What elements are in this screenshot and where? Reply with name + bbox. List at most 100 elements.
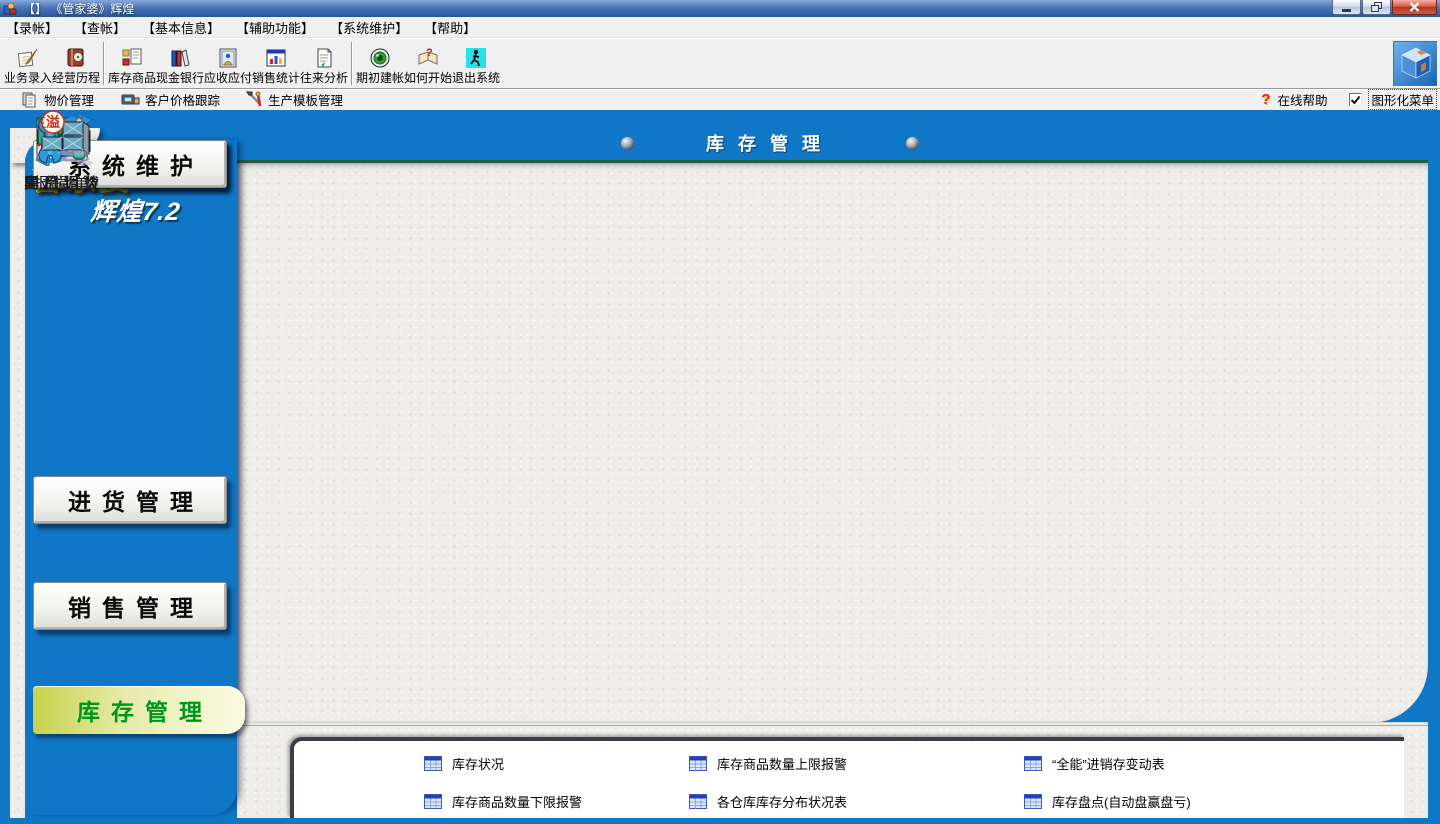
init-account-icon <box>368 44 392 71</box>
how-to-start-icon: ? <box>416 44 440 71</box>
toolbar-business-entry[interactable]: 业务录入 <box>4 39 52 88</box>
toolbar-label: 现金银行 <box>156 71 204 85</box>
goods-boxes-icon <box>120 44 144 71</box>
toolbar-label: 应收应付 <box>204 71 252 85</box>
toolbar2-right: ? 在线帮助 图形化菜单 <box>1261 90 1436 109</box>
toolbar2-label: 物价管理 <box>44 90 94 109</box>
toolbar-exit-system[interactable]: 退出系统 <box>452 39 500 88</box>
report-omnipotent-change-table[interactable]: “全能”进销存变动表 <box>1024 754 1165 773</box>
toolbar: 业务录入 经营历程 库 <box>0 38 1440 88</box>
close-button[interactable] <box>1392 0 1437 15</box>
toolbar-label: 退出系统 <box>452 71 500 85</box>
toolbar2: 物价管理 客户价格跟踪 生产模板管理 ? 在线帮助 <box>0 88 1440 110</box>
minimize-button[interactable] <box>1332 0 1361 15</box>
toolbar2-customer-price-tracking[interactable]: 客户价格跟踪 <box>120 90 220 109</box>
section-title: 库存管理 <box>706 130 834 156</box>
report-panel: 库存状况 库存商品数量上限报警 “全能”进销存变动表 <box>290 737 1404 818</box>
sidebar-item-purchase[interactable]: 进货管理 <box>33 476 227 524</box>
menu-basic-info[interactable]: 【基本信息】 <box>142 18 220 37</box>
report-upper-limit-alarm[interactable]: 库存商品数量上限报警 <box>689 754 847 773</box>
module-overflow-report[interactable]: 溢 报溢单 <box>0 110 128 193</box>
sphere-icon <box>621 137 634 150</box>
report-label: 库存商品数量上限报警 <box>717 754 847 773</box>
toolbar-how-to-start[interactable]: ? 如何开始 <box>404 39 452 88</box>
sidebar-item-sales[interactable]: 销售管理 <box>33 582 227 630</box>
window-title: 【】 《管家婆》辉煌 <box>23 0 134 17</box>
template-tools-icon <box>246 91 263 108</box>
minimize-icon <box>1342 3 1352 12</box>
toolbar2-production-template[interactable]: 生产模板管理 <box>246 90 343 109</box>
app-icon <box>3 2 17 15</box>
report-stocktaking[interactable]: 库存盘点(自动盘赢盘亏) <box>1024 792 1191 811</box>
restore-icon <box>1371 2 1383 13</box>
titlebar: 【】 《管家婆》辉煌 <box>0 0 1440 17</box>
sidebar: 管家婆 辉煌7.2 进货管理 销售管理 库存管理 钱流管理 系统维护 <box>25 140 237 815</box>
overflow-report-icon: 溢 <box>0 110 128 166</box>
restore-button[interactable] <box>1362 0 1391 15</box>
report-label: 各仓库库存分布状况表 <box>717 792 847 811</box>
toolbar-label: 业务录入 <box>4 71 52 85</box>
table-icon <box>689 756 707 771</box>
graphical-menu-checkbox[interactable] <box>1349 93 1362 106</box>
report-label: 库存商品数量下限报警 <box>452 792 582 811</box>
toolbar-label: 经营历程 <box>52 71 100 85</box>
module-label: 报溢单 <box>0 172 128 193</box>
toolbar-inventory-goods[interactable]: 库存商品 <box>108 39 156 88</box>
receivable-payable-icon <box>216 44 240 71</box>
table-icon <box>1024 756 1042 771</box>
online-help-link[interactable]: 在线帮助 <box>1277 90 1327 109</box>
report-label: 库存状况 <box>452 754 504 773</box>
toolbar-business-history[interactable]: 经营历程 <box>52 39 100 88</box>
toolbar-label: 往来分析 <box>300 71 348 85</box>
svg-text:?: ? <box>426 47 433 59</box>
toolbar2-label: 客户价格跟踪 <box>145 90 220 109</box>
toolbar-label: 如何开始 <box>404 71 452 85</box>
content-area <box>237 163 1428 723</box>
menu-record[interactable]: 【录帐】 <box>6 18 58 37</box>
report-label: “全能”进销存变动表 <box>1052 754 1165 773</box>
close-icon <box>1409 2 1420 12</box>
toolbar-label: 销售统计 <box>252 71 300 85</box>
header-underline <box>92 160 1428 163</box>
menu-query[interactable]: 【查帐】 <box>74 18 126 37</box>
menu-aux-functions[interactable]: 【辅助功能】 <box>236 18 314 37</box>
report-warehouse-distribution[interactable]: 各仓库库存分布状况表 <box>689 792 847 811</box>
toolbar2-label: 生产模板管理 <box>268 90 343 109</box>
toolbar-label: 期初建帐 <box>356 71 404 85</box>
menu-system-maintenance[interactable]: 【系统维护】 <box>330 18 408 37</box>
analysis-doc-icon <box>312 44 336 71</box>
table-icon <box>689 794 707 809</box>
exit-system-icon <box>464 44 488 71</box>
report-label: 库存盘点(自动盘赢盘亏) <box>1052 792 1191 811</box>
menu-help[interactable]: 【帮助】 <box>424 18 476 37</box>
table-icon <box>1024 794 1042 809</box>
help-question-icon: ? <box>1261 91 1270 108</box>
cash-bank-icon <box>168 44 192 71</box>
toolbar-account-analysis[interactable]: 往来分析 <box>300 39 348 88</box>
pen-pad-icon <box>16 44 40 71</box>
toolbar-separator <box>103 42 105 85</box>
sales-chart-icon <box>264 44 288 71</box>
section-header: 库存管理 <box>560 130 980 156</box>
sidebar-item-inventory[interactable]: 库存管理 <box>33 686 245 734</box>
table-icon <box>424 756 442 771</box>
cube-panel <box>1393 41 1438 87</box>
left-strip <box>10 140 25 818</box>
check-icon <box>1350 95 1361 105</box>
toolbar-receivable-payable[interactable]: 应收应付 <box>204 39 252 88</box>
sphere-icon <box>906 137 919 150</box>
price-doc-icon <box>22 92 39 108</box>
report-inventory-status[interactable]: 库存状况 <box>424 754 504 773</box>
toolbar-initial-account[interactable]: 期初建帐 <box>356 39 404 88</box>
toolbar-separator <box>351 42 353 85</box>
toolbar-label: 库存商品 <box>108 71 156 85</box>
svg-text:溢: 溢 <box>46 114 60 130</box>
toolbar-sales-stats[interactable]: 销售统计 <box>252 39 300 88</box>
toolbar-cash-bank[interactable]: 现金银行 <box>156 39 204 88</box>
toolbar2-price-management[interactable]: 物价管理 <box>22 90 94 109</box>
logo-version: 辉煌7.2 <box>89 192 183 228</box>
main-area: 库存管理 管家婆 辉煌7.2 进货管理 销售管理 库存管理 钱流管理 系统维护 <box>0 110 1440 824</box>
cube-3d-icon <box>1397 45 1435 83</box>
report-lower-limit-alarm[interactable]: 库存商品数量下限报警 <box>424 792 582 811</box>
graphical-menu-label[interactable]: 图形化菜单 <box>1369 90 1436 109</box>
